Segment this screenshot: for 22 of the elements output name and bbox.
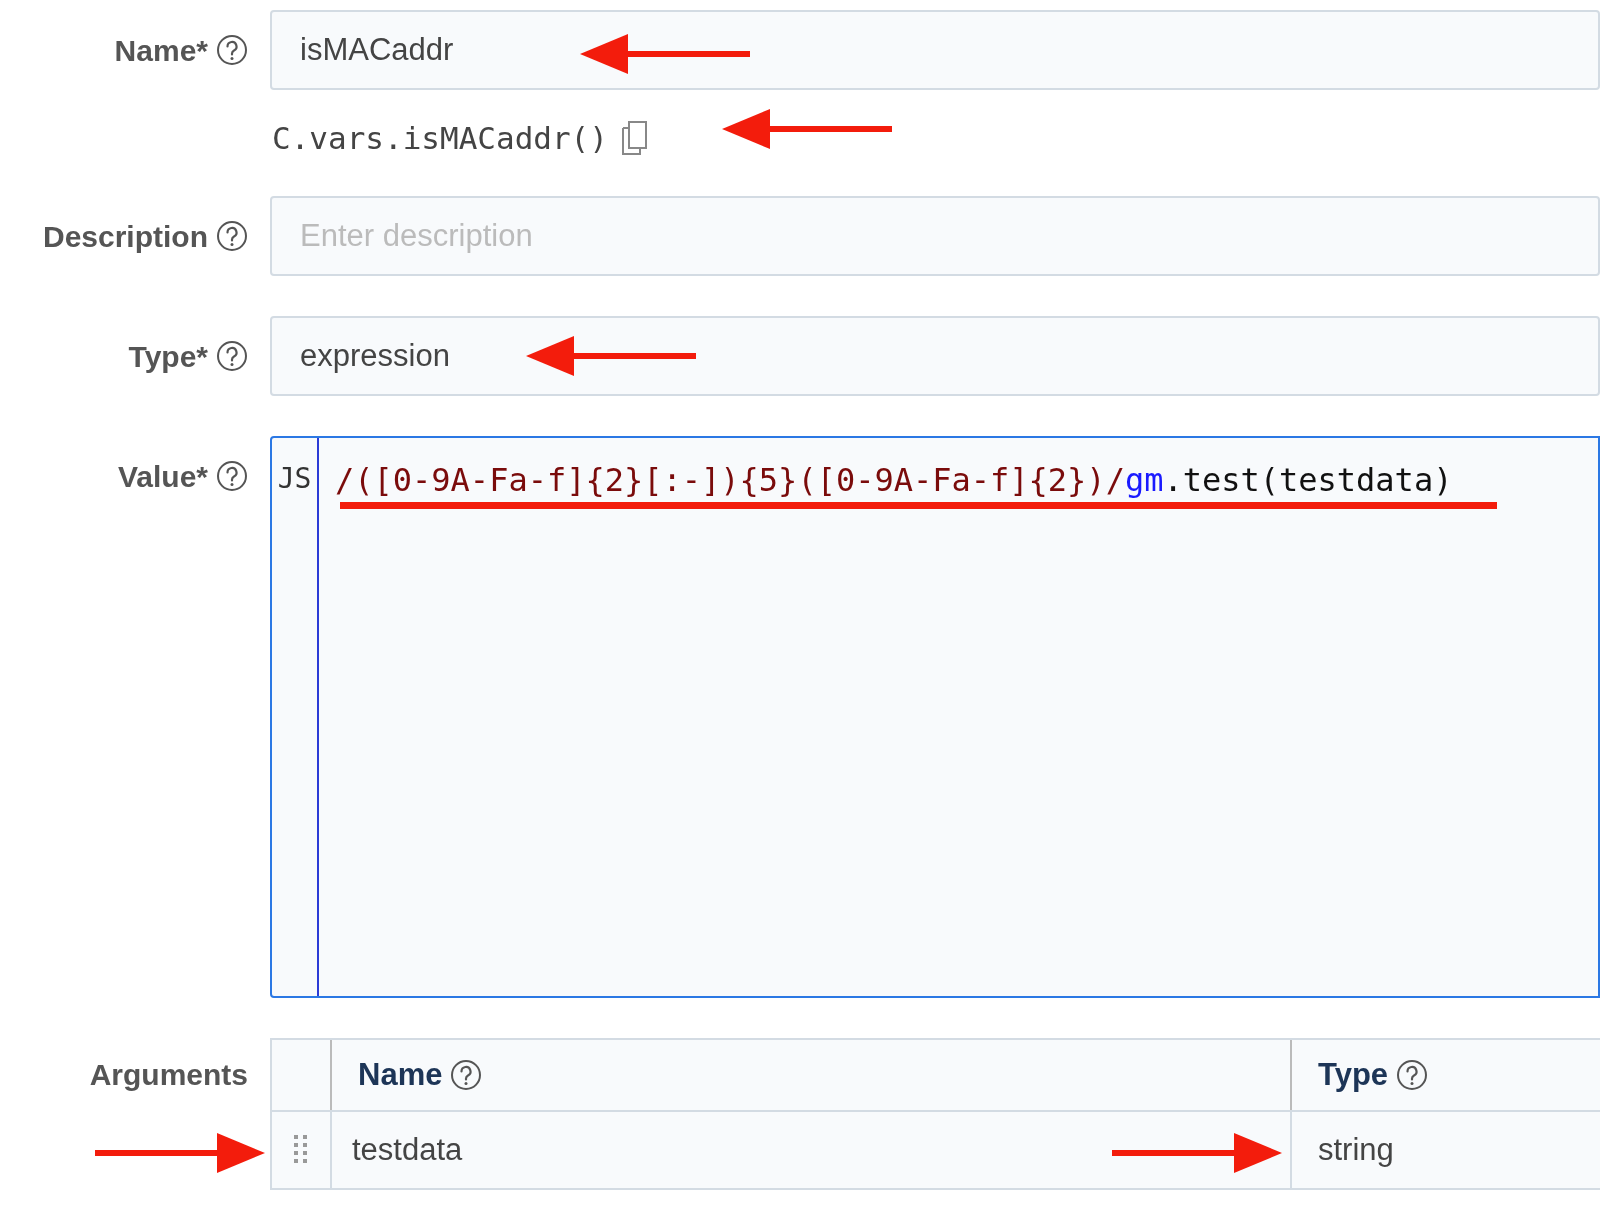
field-label: Value* xyxy=(117,458,208,495)
help-icon[interactable] xyxy=(216,34,248,66)
field-label: Name* xyxy=(114,32,208,69)
text-field[interactable]: isMACaddr xyxy=(270,10,1600,90)
field-label: Arguments xyxy=(89,1056,248,1093)
help-icon[interactable] xyxy=(1396,1059,1429,1091)
field-label: Type* xyxy=(128,338,208,375)
help-icon[interactable] xyxy=(216,220,248,252)
text-field[interactable]: expression xyxy=(270,316,1600,396)
column-title: Name xyxy=(358,1055,443,1094)
code-editor[interactable]: JS /([0-9A-Fa-f]{2}[:-]){5}([0-9A-Fa-f]{2})/gm.test(testdata) xyxy=(270,436,1600,998)
language-label: JS xyxy=(277,461,312,497)
column-title: Type xyxy=(1318,1055,1389,1094)
help-icon[interactable] xyxy=(216,340,248,372)
help-icon[interactable] xyxy=(216,460,248,492)
reference-code: C.vars.isMACaddr() xyxy=(272,118,608,158)
text-field[interactable]: Enter description xyxy=(270,196,1600,276)
help-icon[interactable] xyxy=(450,1059,483,1091)
table-cell-text: string xyxy=(1317,1130,1395,1169)
copy-icon[interactable] xyxy=(619,120,648,156)
code-line: /([0-9A-Fa-f]{2}[:-]){5}([0-9A-Fa-f]{2})/gm.test(testdata) xyxy=(335,461,1453,499)
field-label: Description xyxy=(42,218,208,255)
